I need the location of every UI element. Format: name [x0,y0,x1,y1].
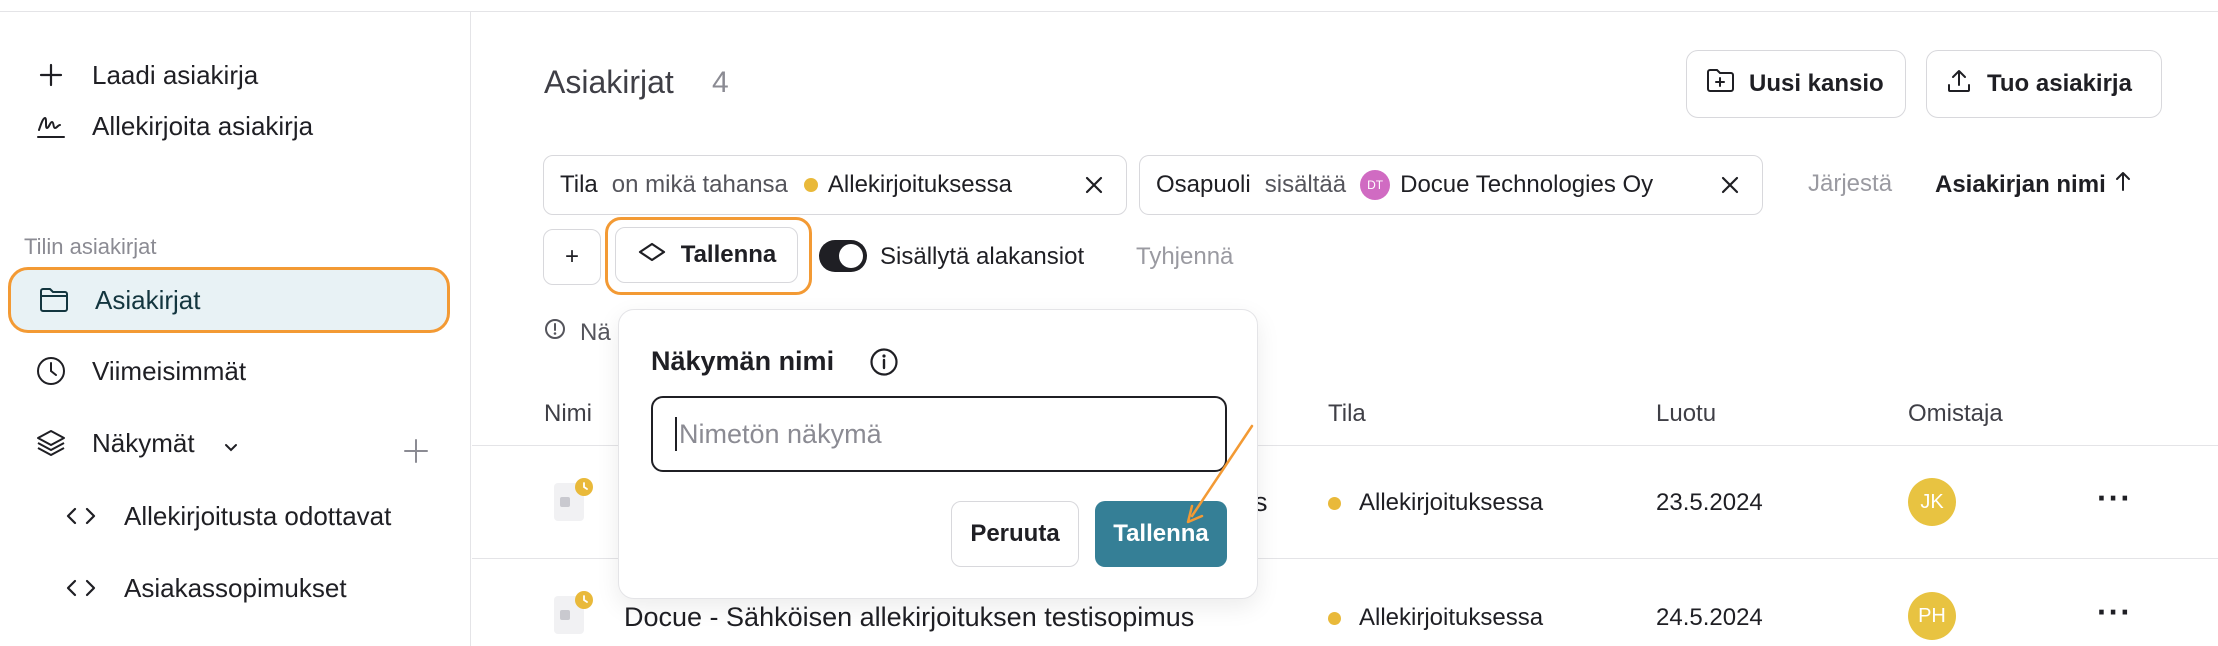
sidebar-item-label: Laadi asiakirja [92,59,259,90]
section-title: Tilin asiakirjat [24,234,157,259]
info-row: Nä [544,318,611,347]
filter-field: Osapuoli [1156,171,1251,198]
save-view-label: Tallenna [680,241,777,268]
info-text: Nä [580,318,611,346]
status-dot [1328,496,1341,510]
folder-plus-icon [1705,67,1735,102]
filter-value: Docue Technologies Oy [1400,171,1654,198]
add-view-icon[interactable] [402,437,432,467]
created-date: 24.5.2024 [1656,604,1763,631]
document-title[interactable]: Docue - Sähköisen allekirjoituksen testi… [624,602,1194,633]
upload-icon [1945,67,1973,102]
view-name-input[interactable] [651,396,1227,472]
created-date: 23.5.2024 [1656,489,1763,516]
more-options-icon[interactable]: ··· [2097,480,2132,517]
more-options-icon[interactable]: ··· [2097,594,2132,631]
column-header-status[interactable]: Tila [1328,400,1366,428]
column-header-created[interactable]: Luotu [1656,400,1716,428]
status-badge: Allekirjoituksessa [1328,604,1543,632]
page-title: Asiakirjat [544,64,674,100]
save-view-popover: Näkymän nimi Peruuta Tallenna [618,309,1258,599]
popover-title: Näkymän nimi [651,346,835,376]
new-folder-label: Uusi kansio [1749,70,1884,97]
document-pending-icon [550,590,594,640]
info-icon[interactable] [869,347,899,377]
include-subfolders-toggle[interactable] [819,240,867,272]
clock-icon [34,354,68,388]
sidebar-item-label: Allekirjoita asiakirja [92,110,314,141]
sort-dropdown[interactable]: Asiakirjan nimi [1935,170,2132,199]
filter-chip-party[interactable]: Osapuoli sisältää DT Docue Technologies … [1139,155,1763,215]
filter-field: Tila [560,171,598,198]
new-folder-button[interactable]: Uusi kansio [1686,50,1906,118]
sidebar-view-item[interactable]: Allekirjoitusta odottavat [40,486,450,546]
chevron-down-icon [222,432,240,463]
filter-operator: sisältää [1264,171,1347,198]
sidebar-view-item[interactable]: Asiakassopimukset [40,558,450,618]
signature-icon [34,109,68,143]
text-caret [675,417,677,451]
include-subfolders-label: Sisällytä alakansiot [880,243,1085,270]
info-icon [544,318,566,347]
sort-label: Järjestä [1808,170,1893,197]
top-divider [0,0,2218,12]
sidebar-view-label: Asiakassopimukset [124,572,347,603]
layers-icon [34,426,68,460]
clear-filters-button[interactable]: Tyhjennä [1136,243,1233,271]
document-pending-icon [550,477,594,527]
sidebar-item-label: Viimeisimmät [92,355,247,386]
status-dot [803,178,818,192]
diamond-icon [66,573,96,603]
sidebar-item-views[interactable]: Näkymät [8,410,450,476]
filter-operator: on mikä tahansa [611,171,788,198]
status-text: Allekirjoituksessa [1359,489,1544,516]
add-filter-label: + [564,243,579,270]
sidebar: Laadi asiakirja Allekirjoita asiakirja T… [0,12,471,646]
arrow-up-icon [2114,170,2132,199]
column-header-name[interactable]: Nimi [544,400,592,428]
status-text: Allekirjoituksessa [1359,604,1544,631]
document-count: 4 [712,66,729,99]
plus-icon [34,58,68,92]
sidebar-item-recent[interactable]: Viimeisimmät [8,338,450,404]
import-label: Tuo asiakirja [1987,70,2132,97]
party-avatar: DT [1360,170,1391,200]
status-dot [1328,611,1341,625]
status-badge: Allekirjoituksessa [1328,489,1543,517]
sidebar-item-documents[interactable]: Asiakirjat [8,267,450,333]
sidebar-view-label: Allekirjoitusta odottavat [124,500,392,531]
filter-value: Allekirjoituksessa [827,171,1012,198]
sort-value-label: Asiakirjan nimi [1935,170,2106,198]
diamond-icon [637,241,667,269]
diamond-icon [66,501,96,531]
column-header-owner[interactable]: Omistaja [1908,400,2003,428]
close-icon[interactable] [1716,171,1744,199]
close-icon[interactable] [1080,171,1108,199]
folder-icon [37,283,71,317]
toggle-knob [839,244,863,268]
cancel-button[interactable]: Peruuta [951,501,1079,567]
import-document-button[interactable]: Tuo asiakirja [1926,50,2162,118]
sidebar-item-sign-document[interactable]: Allekirjoita asiakirja [8,93,450,159]
add-filter-button[interactable]: + [543,229,601,285]
save-view-button[interactable]: Tallenna [615,227,798,283]
filter-chip-status[interactable]: Tila on mikä tahansa Allekirjoituksessa [543,155,1127,215]
annotation-arrow [1186,424,1254,524]
sidebar-item-label: Asiakirjat [95,284,201,315]
avatar: PH [1908,592,1956,640]
sidebar-item-label: Näkymät [92,427,195,458]
avatar: JK [1908,478,1956,526]
